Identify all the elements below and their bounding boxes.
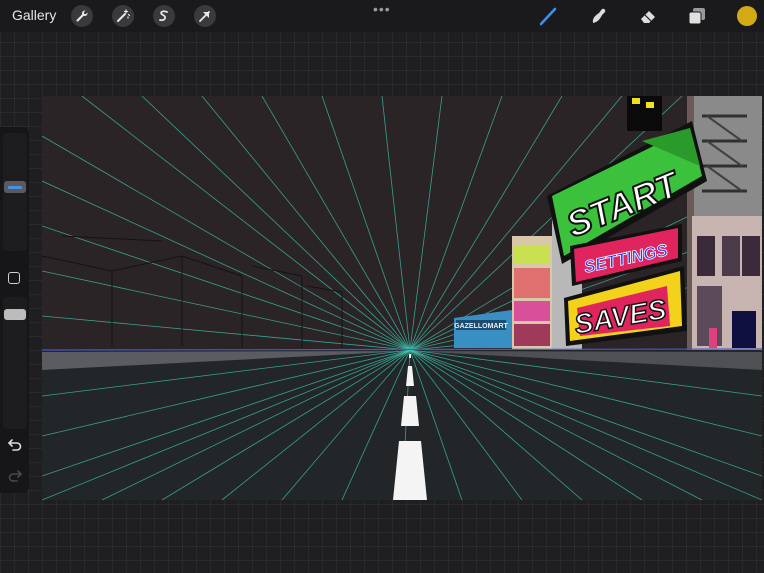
selection-icon[interactable] <box>153 5 175 27</box>
transform-arrow-icon[interactable] <box>194 5 216 27</box>
artwork: GAZELLOMART START SETTINGS SAVES <box>42 96 762 500</box>
gallery-button[interactable]: Gallery <box>12 7 56 23</box>
top-toolbar: Gallery ••• <box>0 0 764 32</box>
smudge-icon[interactable] <box>587 5 609 27</box>
guide-ray <box>381 96 411 351</box>
horizon-line <box>42 348 762 351</box>
left-buildings-sketch <box>42 235 343 348</box>
guide-ray <box>42 315 411 351</box>
modify-button[interactable] <box>8 272 20 284</box>
brush-icon[interactable] <box>538 5 560 27</box>
opacity-handle[interactable] <box>4 309 26 320</box>
eraser-icon[interactable] <box>637 5 659 27</box>
guide-ray <box>321 96 411 351</box>
color-picker-swatch[interactable] <box>737 6 757 26</box>
guide-ray <box>42 225 411 351</box>
drawing-canvas[interactable]: GAZELLOMART START SETTINGS SAVES <box>42 96 762 500</box>
guide-ray <box>409 96 443 351</box>
brush-size-handle[interactable] <box>4 181 26 193</box>
guide-ray <box>261 96 411 351</box>
layers-icon[interactable] <box>686 5 708 27</box>
redo-icon[interactable] <box>7 468 23 487</box>
guide-ray <box>42 180 411 351</box>
guide-ray <box>409 96 503 351</box>
magic-wand-icon[interactable] <box>112 5 134 27</box>
undo-icon[interactable] <box>7 437 23 456</box>
guide-ray <box>81 96 411 351</box>
store-sign-text: GAZELLOMART <box>454 323 508 330</box>
more-options-icon[interactable]: ••• <box>373 1 391 17</box>
wrench-icon[interactable] <box>71 5 93 27</box>
guide-ray <box>42 135 411 351</box>
